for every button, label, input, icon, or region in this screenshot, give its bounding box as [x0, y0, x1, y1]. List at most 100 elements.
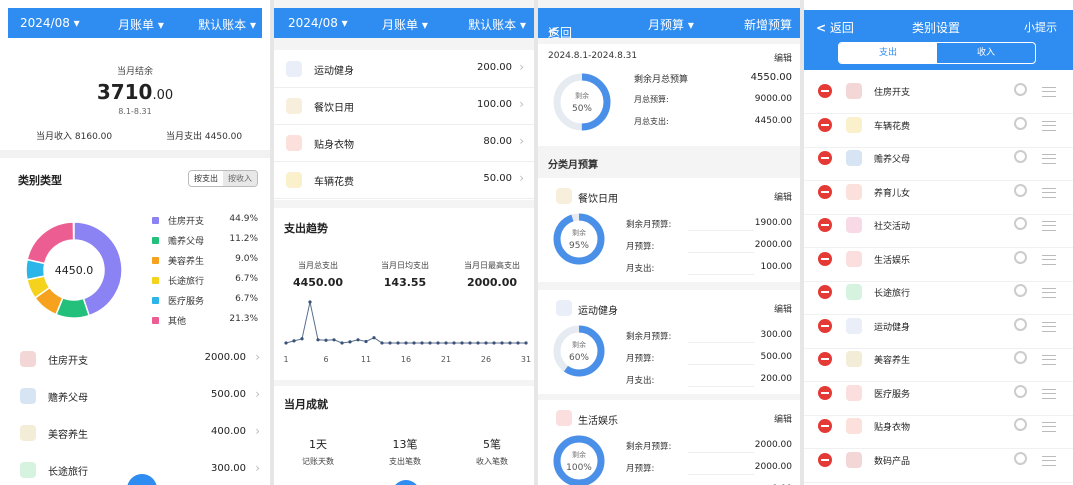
date-selector[interactable]: 2024/08 ▾	[288, 16, 348, 30]
category-row[interactable]: 车辆花费 50.00 ›	[274, 161, 534, 199]
delete-icon[interactable]	[818, 352, 832, 366]
category-row[interactable]: 运动健身 200.00 ›	[274, 50, 534, 88]
book-selector[interactable]: 默认账本 ▾	[468, 16, 526, 33]
delete-icon[interactable]	[818, 452, 832, 467]
category-row[interactable]: 贴身衣物 80.00 ›	[274, 124, 534, 162]
gear-icon[interactable]	[1014, 250, 1027, 264]
drag-handle-icon[interactable]	[1042, 254, 1056, 265]
gear-icon[interactable]	[1014, 217, 1027, 230]
gear-icon[interactable]	[1014, 451, 1027, 465]
delete-icon[interactable]	[818, 184, 832, 199]
back-label: 返回	[548, 26, 573, 40]
drag-handle-icon[interactable]	[1042, 288, 1056, 298]
gear-icon[interactable]	[1014, 351, 1027, 364]
edit-button[interactable]: 编辑	[774, 302, 792, 315]
chat-icon	[846, 217, 862, 233]
budget-title[interactable]: 月预算 ▾	[648, 16, 694, 33]
category-row[interactable]: 餐饮日用 100.00 ›	[274, 87, 534, 125]
seg-expense[interactable]: 按支出	[189, 171, 223, 186]
delete-icon[interactable]	[818, 117, 832, 132]
top-bar: 2024/08 ▾ 月账单 ▾ 默认账本 ▾	[8, 8, 262, 38]
budget-row-value: 100.00	[760, 262, 793, 272]
drag-handle-icon[interactable]	[1042, 455, 1056, 466]
achievement-label: 支出笔数	[389, 457, 421, 466]
gear-icon[interactable]	[1014, 150, 1027, 163]
chevron-right-icon: ›	[255, 461, 260, 475]
delete-icon[interactable]	[818, 251, 832, 266]
seg-income[interactable]: 按收入	[223, 171, 257, 186]
drag-handle-icon[interactable]	[1042, 221, 1056, 231]
trend-point	[324, 338, 328, 342]
house-icon	[20, 351, 36, 367]
book-selector[interactable]: 默认账本 ▾	[198, 16, 256, 33]
category-row[interactable]: 赡养父母 500.00 ›	[0, 379, 270, 416]
tab-expense[interactable]: 支出	[839, 43, 937, 63]
trend-point	[420, 341, 424, 345]
gear-icon[interactable]	[1014, 384, 1027, 398]
edit-button[interactable]: 编辑	[774, 412, 792, 425]
divider	[688, 364, 754, 365]
trend-point	[412, 341, 416, 345]
category-toggle: 按支出 按收入	[188, 170, 258, 187]
delete-icon[interactable]	[818, 318, 832, 333]
category-amount: 200.00	[477, 62, 512, 73]
date-selector[interactable]: 2024/08 ▾	[20, 16, 80, 30]
drag-handle-icon[interactable]	[1042, 87, 1056, 97]
house-icon	[846, 83, 862, 99]
gear-icon[interactable]	[1014, 83, 1027, 96]
drag-handle-icon[interactable]	[1042, 120, 1056, 131]
budget-ring: 剩余 50%	[553, 73, 611, 131]
drag-handle-icon[interactable]	[1042, 321, 1056, 332]
legend-item: 美容养生 9.0%	[152, 254, 258, 268]
x-tick-label: 11	[361, 355, 371, 364]
drag-handle-icon[interactable]	[1042, 154, 1056, 164]
tips-button[interactable]: 小提示	[1024, 19, 1057, 35]
trend-point	[436, 341, 440, 345]
x-tick-label: 6	[323, 355, 328, 364]
parents-icon	[20, 388, 36, 404]
category-name: 生活娱乐	[578, 416, 618, 427]
delete-icon[interactable]	[818, 419, 832, 433]
edit-button[interactable]: 编辑	[774, 190, 792, 203]
trend-point	[404, 341, 408, 345]
trend-stat-value: 4450.00	[292, 276, 344, 289]
mode-selector[interactable]: 月账单 ▾	[118, 16, 164, 33]
gear-icon[interactable]	[1014, 183, 1027, 197]
legend-swatch	[152, 317, 159, 324]
drag-handle-icon[interactable]	[1042, 422, 1056, 432]
trend-point	[428, 341, 432, 345]
gear-icon[interactable]	[1014, 284, 1027, 297]
legend-item: 其他 21.3%	[152, 314, 258, 328]
delete-icon[interactable]	[818, 151, 832, 165]
delete-icon[interactable]	[818, 218, 832, 232]
gear-icon[interactable]	[1014, 317, 1027, 331]
category-row[interactable]: 美容养生 400.00 ›	[0, 416, 270, 453]
legend-pct: 6.7%	[235, 294, 258, 304]
drag-handle-icon[interactable]	[1042, 355, 1056, 365]
category-name: 运动健身	[314, 66, 354, 77]
income-label: 当月收入	[36, 132, 73, 142]
gear-icon[interactable]	[1014, 418, 1027, 431]
delete-icon[interactable]	[818, 285, 832, 299]
back-button[interactable]: < 返回	[816, 19, 854, 36]
budget-row-value: 9000.00	[754, 94, 792, 104]
gear-icon[interactable]	[1014, 116, 1027, 130]
budget-ring: 剩余 100%	[553, 435, 605, 485]
monthly-budget-panel: < 返回 月预算 ▾ 新增预算 2024.8.1-2024.8.31 编辑 剩余…	[538, 0, 800, 485]
ring-label: 剩余	[572, 450, 586, 459]
divider	[688, 274, 754, 275]
edit-total-button[interactable]: 编辑	[774, 51, 792, 64]
add-budget-button[interactable]: 新增预算	[744, 16, 792, 33]
budget-row-key: 月总支出:	[634, 117, 669, 126]
delete-icon[interactable]	[818, 84, 832, 98]
delete-icon[interactable]	[818, 385, 832, 400]
drag-handle-icon[interactable]	[1042, 187, 1056, 198]
ring-label: 剩余	[572, 228, 586, 237]
tab-income[interactable]: 收入	[937, 43, 1035, 63]
add-fab-button[interactable]	[392, 480, 420, 485]
mode-selector[interactable]: 月账单 ▾	[382, 16, 428, 33]
category-row[interactable]: 住房开支 2000.00 ›	[0, 342, 270, 379]
drag-handle-icon[interactable]	[1042, 388, 1056, 399]
ring-pct: 50%	[572, 104, 592, 114]
trend-point	[468, 341, 472, 345]
